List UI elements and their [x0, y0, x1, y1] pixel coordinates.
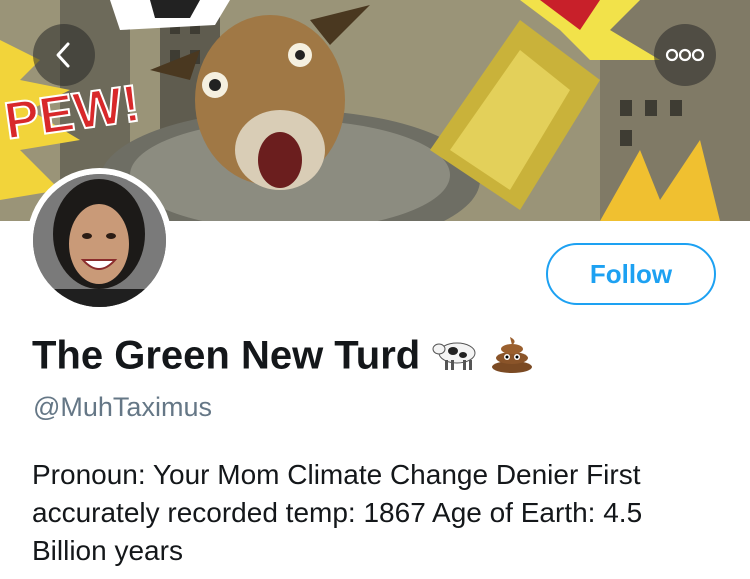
profile-bio: Pronoun: Your Mom Climate Change Denier … — [32, 459, 643, 566]
profile-handle: @MuhTaximus — [33, 392, 212, 422]
profile-display-name: The Green New Turd — [32, 333, 534, 383]
back-button[interactable] — [33, 24, 95, 86]
follow-label: Follow — [589, 258, 673, 289]
poop-icon — [490, 333, 534, 383]
chevron-left-icon — [56, 42, 70, 68]
avatar-image — [33, 174, 166, 307]
display-name-text: The Green New Turd — [32, 333, 421, 378]
cow-icon — [431, 333, 479, 383]
follow-button[interactable]: Follow — [546, 243, 716, 305]
more-dots-icon — [665, 48, 705, 62]
profile-avatar[interactable] — [27, 168, 172, 313]
more-options-button[interactable] — [654, 24, 716, 86]
